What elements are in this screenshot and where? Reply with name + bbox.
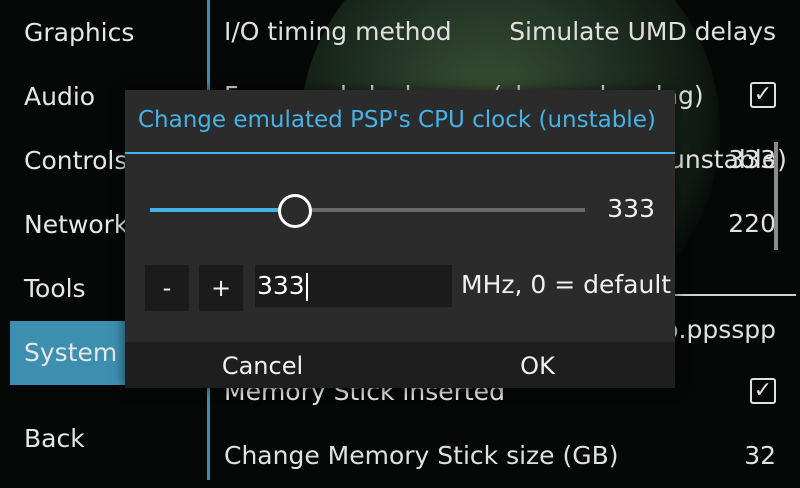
setting-row-220-value: 220 xyxy=(728,209,776,238)
setting-io-timing[interactable]: I/O timing method Simulate UMD delays xyxy=(224,0,776,64)
text-caret xyxy=(305,273,308,301)
ok-button[interactable]: OK xyxy=(400,342,675,388)
sidebar-item-graphics[interactable]: Graphics xyxy=(10,1,208,65)
setting-io-timing-label: I/O timing method xyxy=(224,17,452,46)
dialog-title-divider xyxy=(125,152,675,154)
setting-cpu-clock-value: 333 xyxy=(728,145,776,174)
cpu-clock-dialog: Change emulated PSP's CPU clock (unstabl… xyxy=(125,90,675,388)
checked-checkbox-icon[interactable]: ✓ xyxy=(750,378,776,404)
sidebar-item-back[interactable]: Back xyxy=(10,407,208,471)
setting-io-timing-value: Simulate UMD delays xyxy=(509,17,776,46)
increment-button[interactable]: + xyxy=(199,265,243,311)
slider-fill xyxy=(150,208,294,212)
dialog-title: Change emulated PSP's CPU clock (unstabl… xyxy=(138,107,656,133)
settings-scrollbar[interactable] xyxy=(774,142,778,250)
slider-value-label: 333 xyxy=(607,194,655,223)
cpu-clock-input[interactable]: 333 xyxy=(255,265,452,307)
cpu-clock-slider[interactable] xyxy=(150,194,585,228)
cpu-clock-input-value: 333 xyxy=(257,271,305,300)
decrement-button[interactable]: - xyxy=(145,265,189,311)
setting-memstick-size-label: Change Memory Stick size (GB) xyxy=(224,441,619,470)
cancel-button[interactable]: Cancel xyxy=(125,342,400,388)
setting-memstick-size[interactable]: Change Memory Stick size (GB) 32 xyxy=(224,424,776,488)
slider-thumb[interactable] xyxy=(277,194,312,228)
dialog-footer: Cancel OK xyxy=(125,342,675,388)
setting-memstick-size-value: 32 xyxy=(744,441,776,470)
units-label: MHz, 0 = default xyxy=(461,270,672,299)
checked-checkbox-icon[interactable]: ✓ xyxy=(750,82,776,108)
